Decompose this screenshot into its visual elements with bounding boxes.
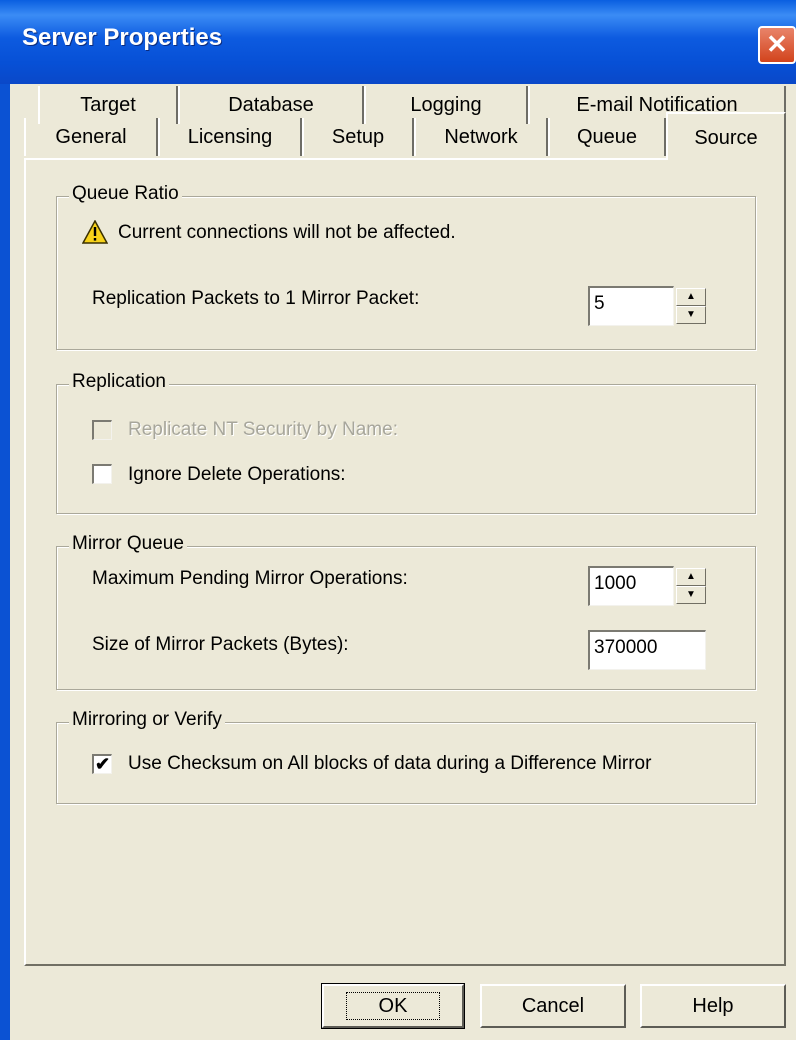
cancel-button[interactable]: Cancel (480, 984, 626, 1028)
replicate-nt-security-label: Replicate NT Security by Name: (128, 419, 398, 440)
window-title: Server Properties (22, 24, 223, 51)
server-properties-dialog: Server Properties ✕ Target Database Logg… (0, 0, 796, 1040)
tab-source[interactable]: Source (666, 112, 786, 160)
mirror-queue-legend: Mirror Queue (69, 533, 187, 555)
tab-network[interactable]: Network (414, 118, 548, 156)
title-bar[interactable]: Server Properties ✕ (0, 0, 796, 84)
spin-down-icon[interactable]: ▼ (676, 306, 706, 324)
max-pending-spinner[interactable]: ▲ ▼ (676, 568, 706, 604)
replication-packets-input[interactable]: 5 (588, 286, 674, 326)
ignore-delete-checkbox[interactable] (92, 464, 112, 484)
spin-down-icon[interactable]: ▼ (676, 586, 706, 604)
queue-ratio-legend: Queue Ratio (69, 183, 182, 205)
tab-queue[interactable]: Queue (548, 118, 666, 156)
max-pending-label: Maximum Pending Mirror Operations: (92, 568, 408, 589)
replication-legend: Replication (69, 371, 169, 393)
mirroring-verify-legend: Mirroring or Verify (69, 709, 225, 731)
help-button[interactable]: Help (640, 984, 786, 1028)
replication-group: Replication (56, 371, 756, 514)
packet-size-input[interactable]: 370000 (588, 630, 706, 670)
use-checksum-label[interactable]: Use Checksum on All blocks of data durin… (128, 753, 651, 775)
tab-general[interactable]: General (24, 118, 158, 156)
window-frame-left (0, 84, 10, 1040)
spin-up-icon[interactable]: ▲ (676, 568, 706, 586)
close-icon[interactable]: ✕ (758, 26, 796, 64)
warning-text: Current connections will not be affected… (118, 222, 456, 243)
queue-ratio-group: Queue Ratio (56, 183, 756, 350)
ok-button-label: OK (345, 992, 441, 1020)
spin-up-icon[interactable]: ▲ (676, 288, 706, 306)
tab-setup[interactable]: Setup (302, 118, 414, 156)
max-pending-input[interactable]: 1000 (588, 566, 674, 606)
ignore-delete-label[interactable]: Ignore Delete Operations: (128, 464, 346, 486)
use-checksum-checkbox[interactable]: ✔ (92, 754, 112, 774)
ok-button[interactable]: OK (321, 983, 465, 1029)
warning-icon (82, 220, 108, 244)
tab-licensing[interactable]: Licensing (158, 118, 302, 156)
replication-packets-label: Replication Packets to 1 Mirror Packet: (92, 288, 420, 309)
replicate-nt-security-checkbox (92, 420, 112, 440)
packet-size-label: Size of Mirror Packets (Bytes): (92, 634, 349, 655)
replication-packets-spinner[interactable]: ▲ ▼ (676, 288, 706, 324)
